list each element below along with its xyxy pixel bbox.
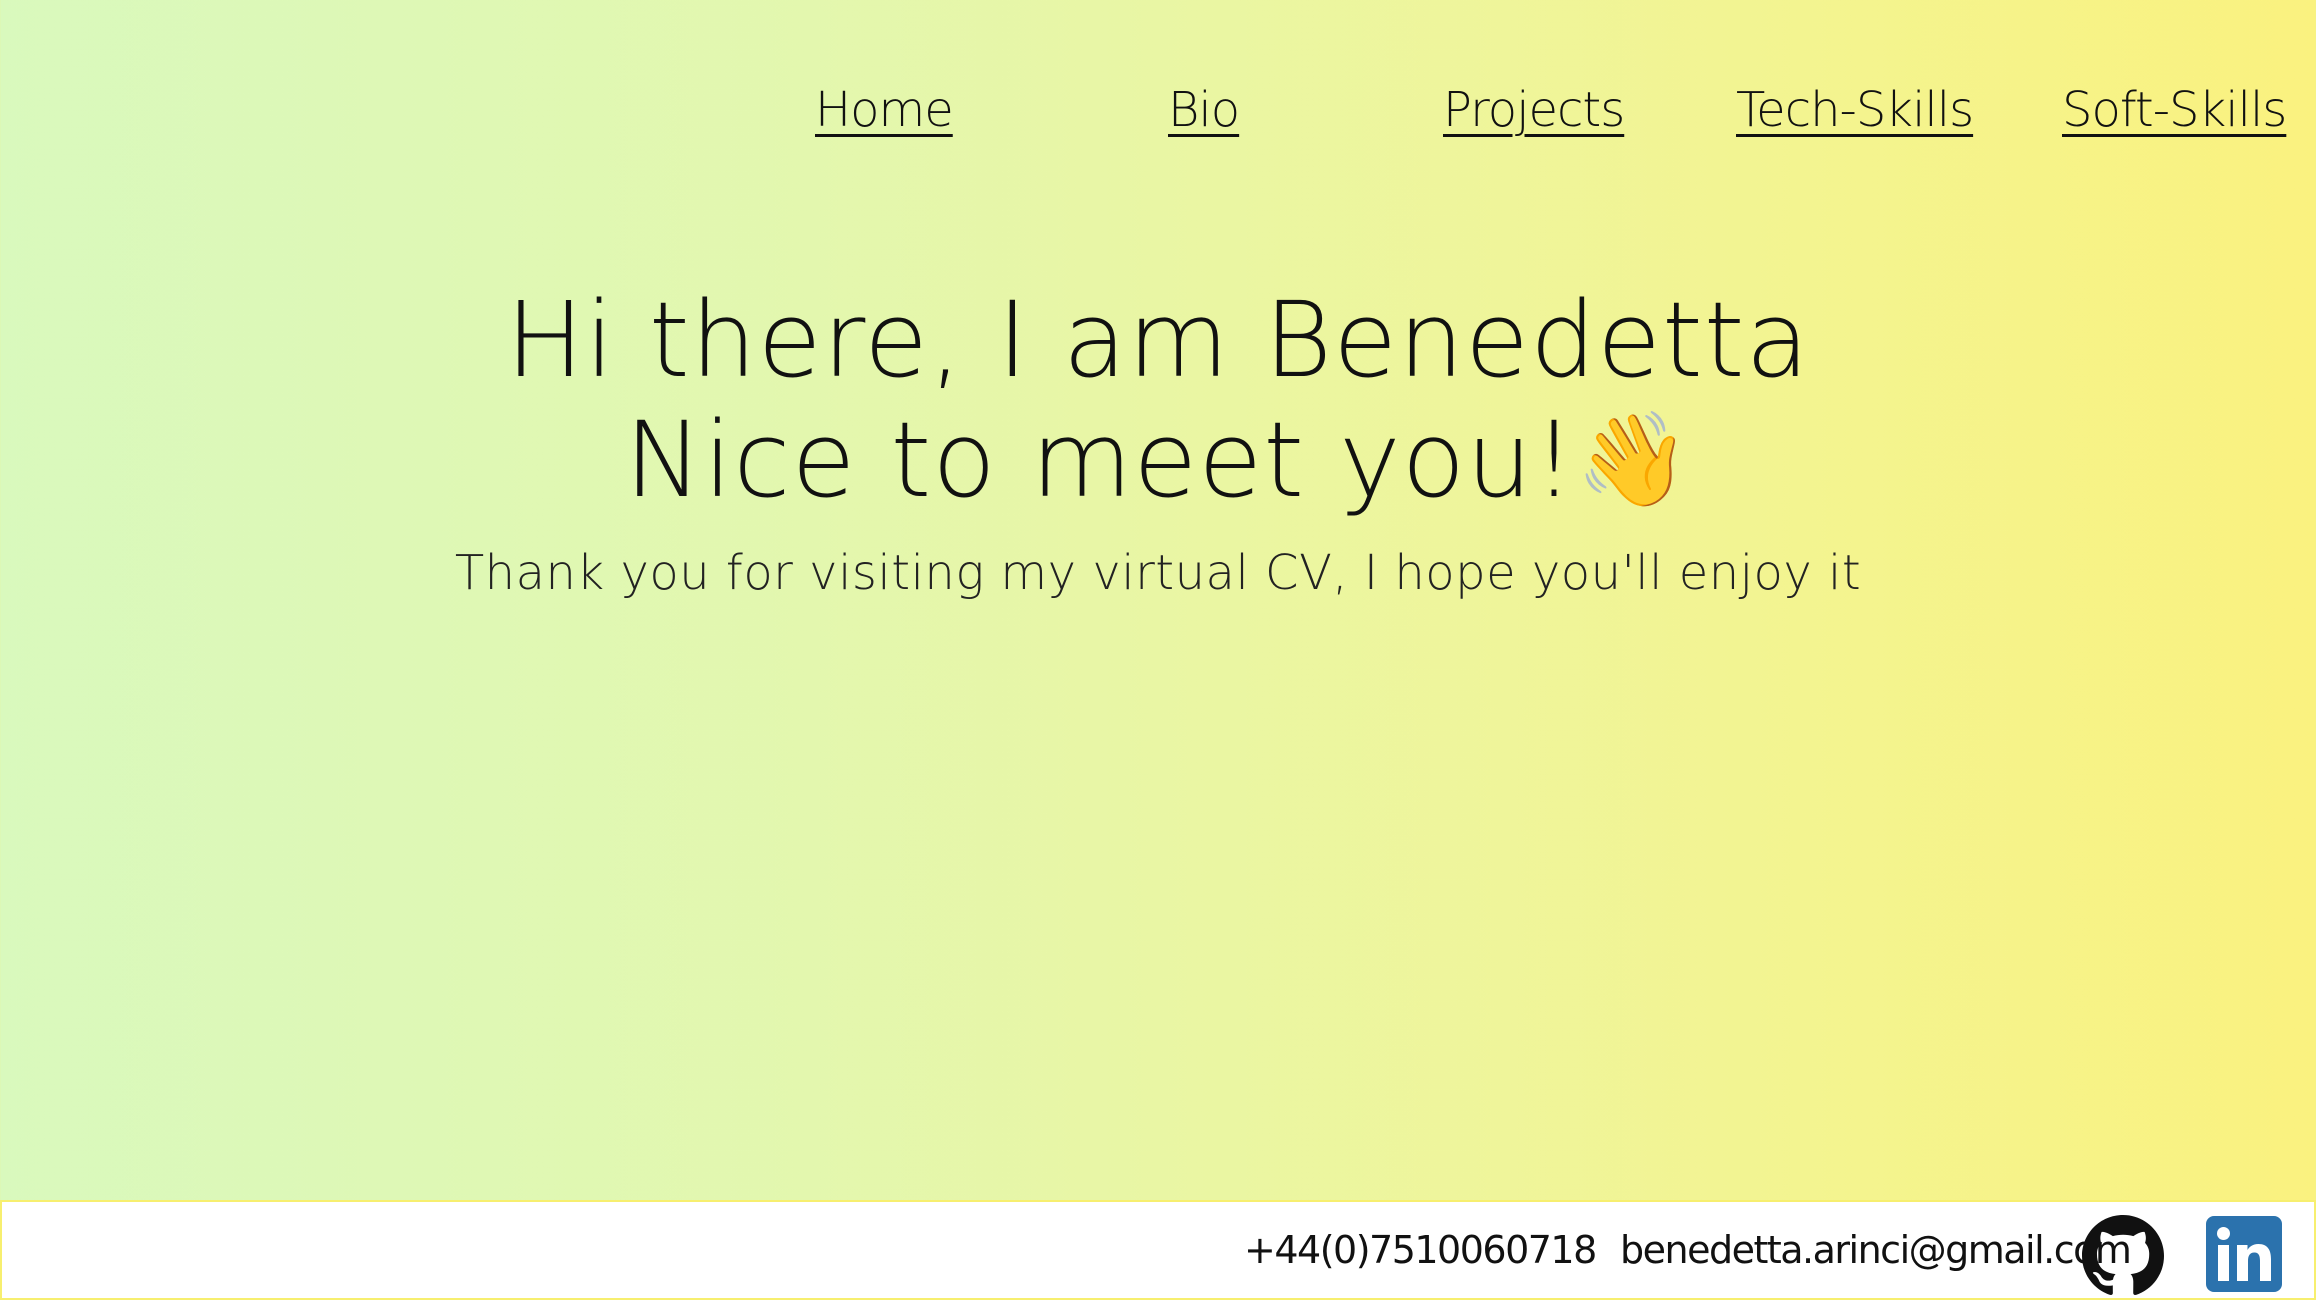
nav-link-soft-skills[interactable]: Soft-Skills <box>2062 70 2287 150</box>
hero-title: Hi there, I am Benedetta Nice to meet yo… <box>0 280 2316 520</box>
nav-link-projects[interactable]: Projects <box>1443 70 1625 150</box>
waving-hand-icon: 👋 <box>1575 406 1692 513</box>
nav-link-tech-skills[interactable]: Tech-Skills <box>1736 70 1974 150</box>
contact-footer: +44(0)7510060718 benedetta.arinci@gmail.… <box>0 1200 2316 1300</box>
email-address[interactable]: benedetta.arinci@gmail.com <box>1620 1202 2132 1298</box>
hero-section: Hi there, I am Benedetta Nice to meet yo… <box>0 280 2316 608</box>
github-icon[interactable] <box>2082 1215 2164 1297</box>
nav-link-home[interactable]: Home <box>815 70 954 150</box>
linkedin-logo-svg <box>2217 1227 2271 1281</box>
linkedin-icon[interactable] <box>2206 1216 2282 1292</box>
hero-greeting: Hi there, I am Benedetta <box>505 279 1811 401</box>
github-logo-svg <box>2082 1215 2164 1295</box>
hero-welcome-line: Nice to meet you!👋 <box>0 400 2316 520</box>
hero-welcome-text: Nice to meet you! <box>624 399 1576 521</box>
nav-link-bio[interactable]: Bio <box>1168 70 1240 150</box>
main-nav: Home Bio Projects Tech-Skills Soft-Skill… <box>0 70 2316 150</box>
phone-number[interactable]: +44(0)7510060718 <box>1244 1202 1597 1298</box>
hero-subtitle: Thank you for visiting my virtual CV, I … <box>454 545 1862 601</box>
